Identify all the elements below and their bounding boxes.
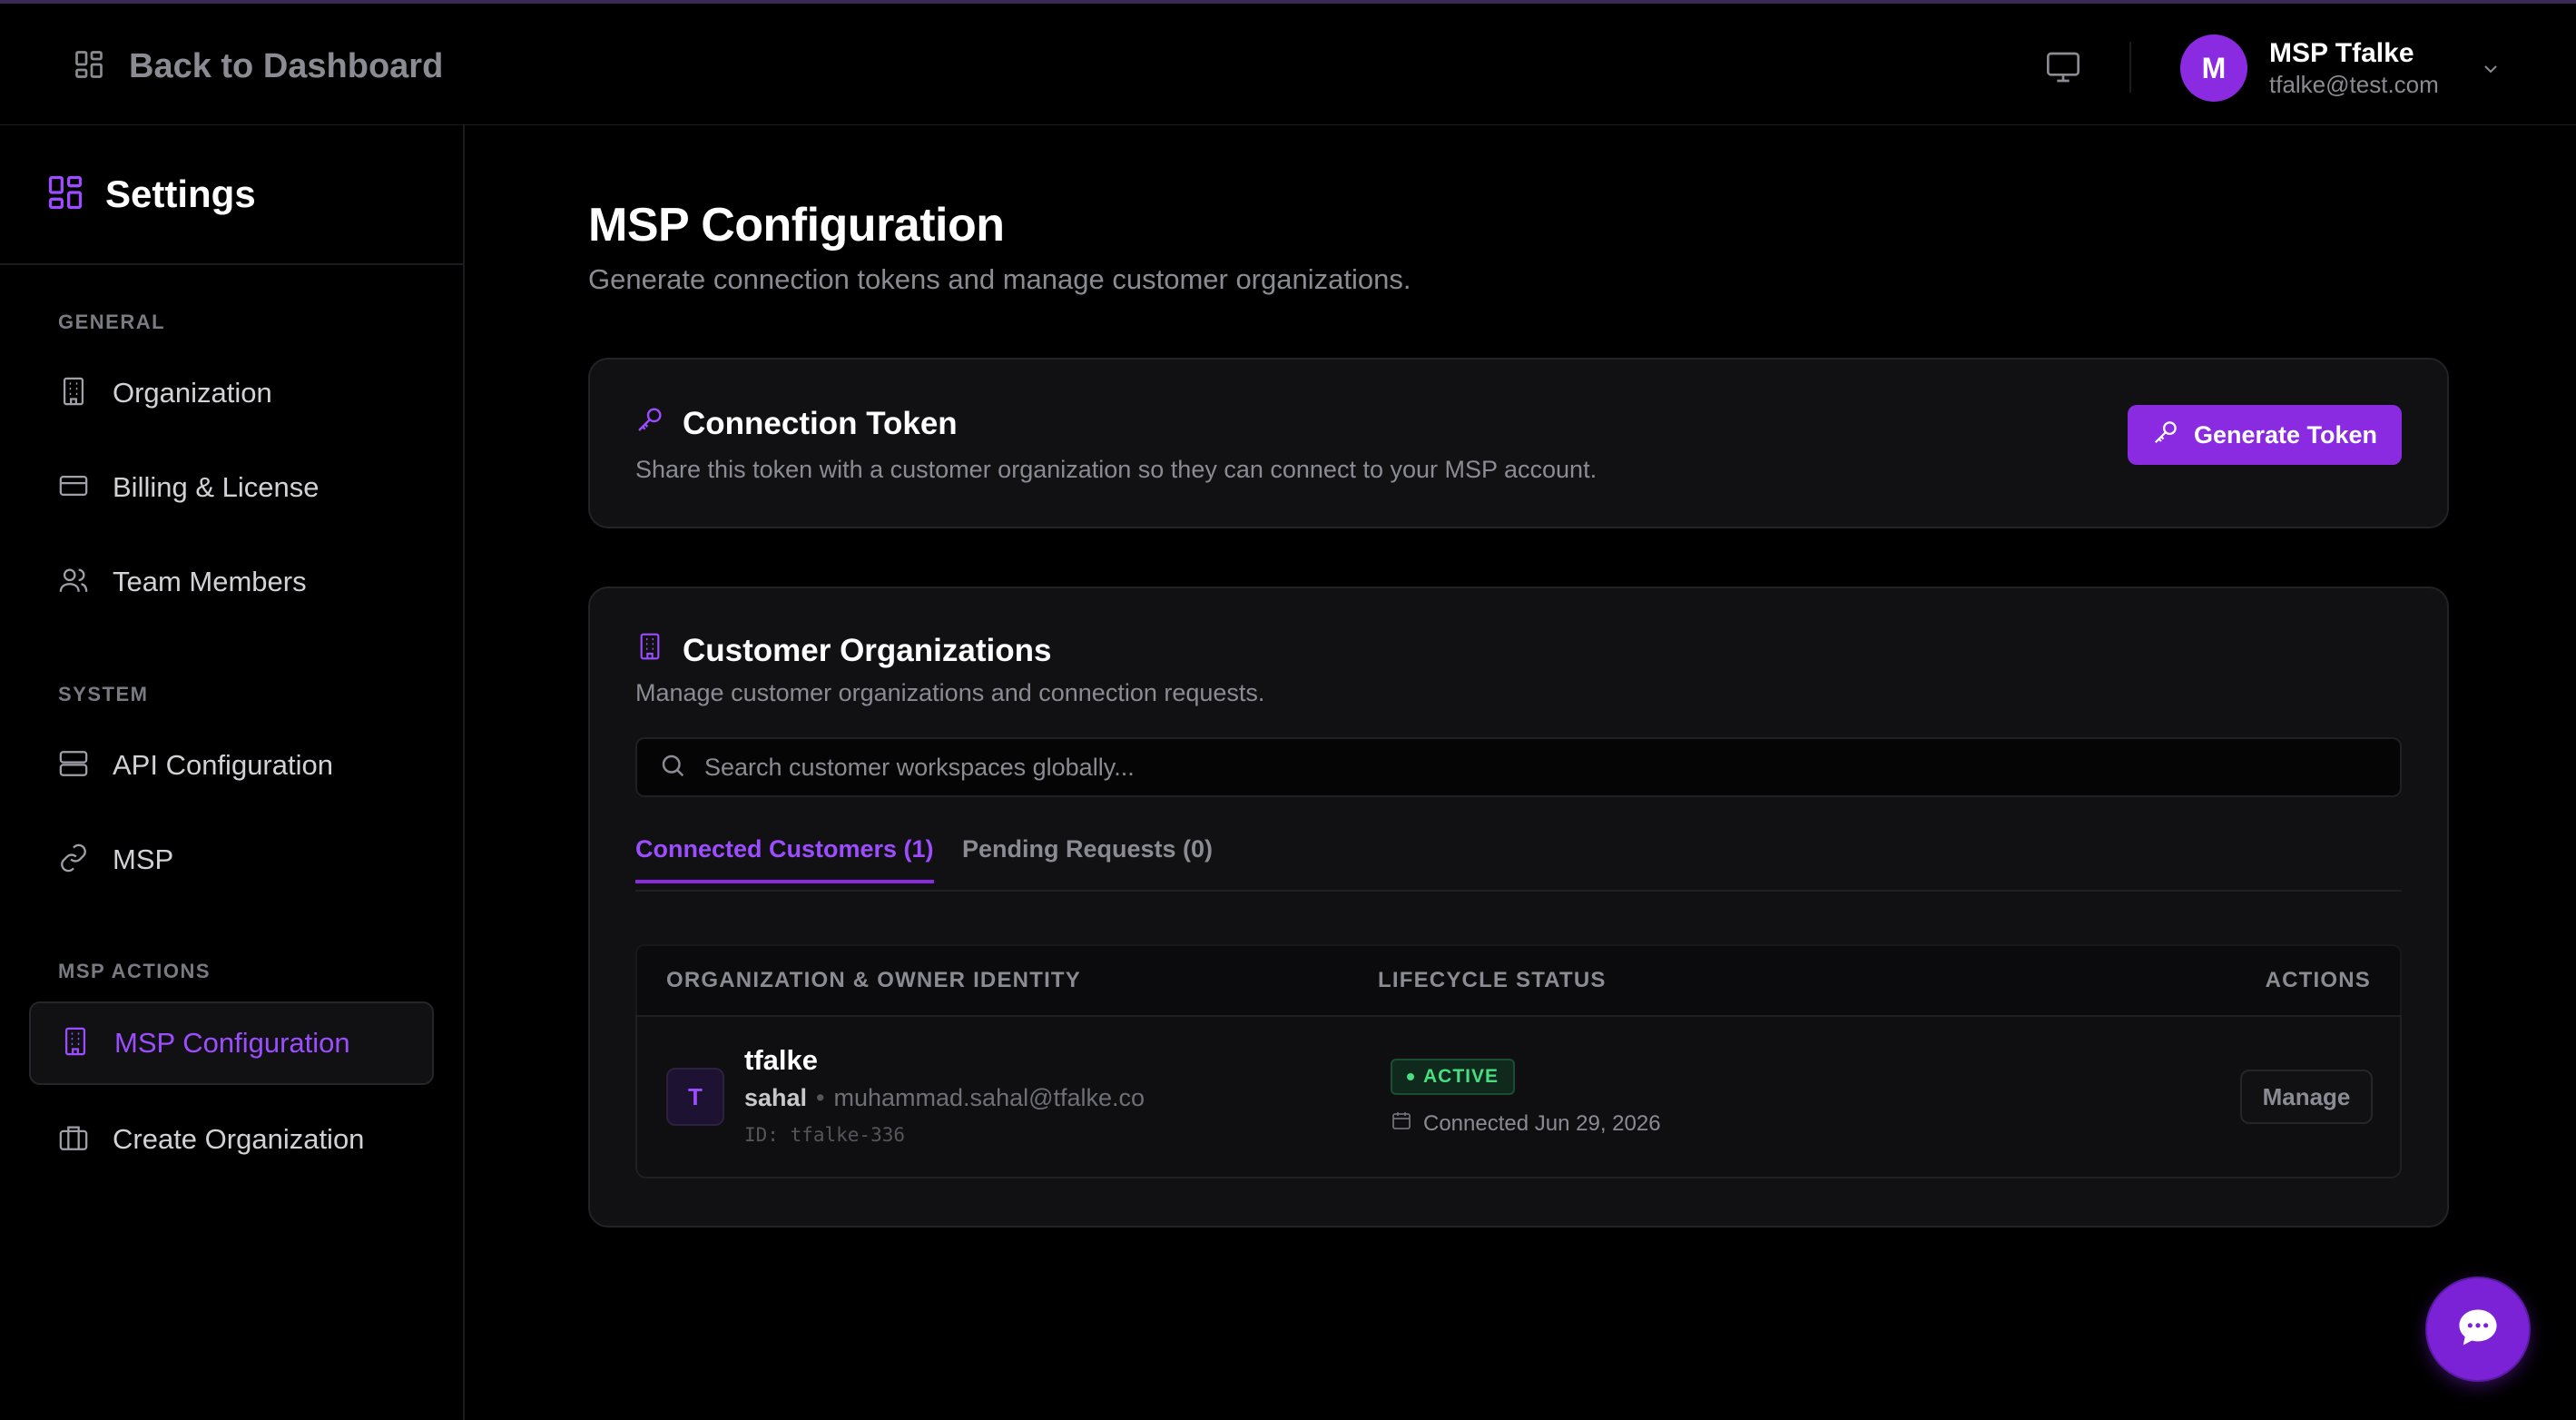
user-menu[interactable]: M MSP Tfalke tfalke@test.com (2180, 35, 2439, 102)
app-window: Back to Dashboard M MSP Tfalke tfalke@te… (0, 0, 2576, 1420)
briefcase-icon (58, 1122, 89, 1158)
server-icon (58, 748, 89, 784)
tab-connected-customers[interactable]: Connected Customers (1) (635, 835, 934, 883)
chat-bubble-icon (2454, 1304, 2502, 1356)
search-icon (659, 752, 686, 784)
page-subtitle: Generate connection tokens and manage cu… (588, 263, 1411, 295)
customer-organizations-card: Customer Organizations Manage customer o… (588, 587, 2449, 1228)
card-title-text: Connection Token (683, 405, 958, 441)
building-icon (60, 1026, 91, 1061)
table-row: T tfalke sahal • muhammad.sahal@tfalke.c… (635, 1015, 2402, 1178)
status-badge: ACTIVE (1391, 1059, 1516, 1095)
section-label-system: SYSTEM (58, 683, 149, 705)
org-name: tfalke (744, 1044, 818, 1076)
customer-tabs: Connected Customers (1) Pending Requests… (635, 832, 2402, 892)
column-header: ORGANIZATION & OWNER IDENTITY (666, 968, 1082, 992)
card-title-text: Customer Organizations (683, 632, 1052, 668)
chat-button[interactable] (2427, 1278, 2529, 1380)
settings-sidebar: Settings GENERAL Organization Billing & … (0, 125, 465, 1420)
status-label: ACTIVE (1423, 1066, 1499, 1087)
column-header: LIFECYCLE STATUS (1378, 968, 1607, 992)
connection-token-description: Share this token with a customer organiz… (635, 456, 1598, 483)
sidebar-item-label: API Configuration (113, 749, 333, 781)
tab-pending-requests[interactable]: Pending Requests (0) (962, 835, 1213, 880)
avatar: M (2180, 35, 2247, 102)
connected-date-text: Connected Jun 29, 2026 (1423, 1110, 1661, 1136)
org-owner: sahal • muhammad.sahal@tfalke.co (744, 1084, 1145, 1112)
sidebar-item-billing[interactable]: Billing & License (29, 446, 434, 529)
chevron-down-icon[interactable] (2480, 58, 2502, 84)
user-name: MSP Tfalke (2269, 37, 2414, 68)
sidebar-item-team-members[interactable]: Team Members (29, 540, 434, 624)
credit-card-icon (58, 470, 89, 506)
sidebar-header: Settings (0, 125, 463, 265)
connection-token-card: Connection Token Share this token with a… (588, 358, 2449, 528)
connection-token-title: Connection Token (635, 405, 958, 442)
key-icon (2152, 419, 2179, 452)
sidebar-item-label: Billing & License (113, 471, 320, 503)
calendar-icon (1391, 1109, 1412, 1138)
status-dot (1407, 1073, 1414, 1080)
sidebar-item-api-configuration[interactable]: API Configuration (29, 724, 434, 807)
customer-organizations-description: Manage customer organizations and connec… (635, 679, 1265, 706)
customer-organizations-title: Customer Organizations (635, 632, 1051, 669)
manage-button[interactable]: Manage (2240, 1070, 2373, 1124)
link-icon (58, 843, 89, 878)
generate-token-button[interactable]: Generate Token (2128, 405, 2402, 465)
settings-grid-icon (45, 173, 85, 217)
org-id: ID: tfalke-336 (744, 1124, 906, 1146)
generate-token-label: Generate Token (2193, 420, 2378, 449)
back-to-dashboard-label: Back to Dashboard (129, 47, 444, 85)
sidebar-item-label: Organization (113, 377, 272, 409)
owner-email: muhammad.sahal@tfalke.co (833, 1084, 1145, 1111)
org-avatar: T (666, 1068, 724, 1126)
sidebar-item-create-organization[interactable]: Create Organization (29, 1098, 434, 1181)
connected-date: Connected Jun 29, 2026 (1391, 1109, 1661, 1138)
page-title: MSP Configuration (588, 199, 1005, 251)
section-label-general: GENERAL (58, 311, 166, 333)
key-icon (635, 405, 664, 442)
back-to-dashboard-link[interactable]: Back to Dashboard (73, 47, 443, 86)
search-input[interactable] (704, 753, 2400, 782)
section-label-msp-actions: MSP ACTIONS (58, 960, 211, 982)
owner-name: sahal (744, 1084, 808, 1111)
sidebar-item-msp[interactable]: MSP (29, 818, 434, 902)
separator-dot: • (816, 1084, 825, 1111)
monitor-icon[interactable] (2044, 49, 2082, 85)
table-header: ORGANIZATION & OWNER IDENTITY LIFECYCLE … (635, 944, 2402, 1015)
sidebar-title: Settings (105, 173, 256, 215)
sidebar-item-label: Create Organization (113, 1123, 365, 1155)
dashboard-grid-icon (73, 48, 105, 85)
sidebar-item-label: MSP (113, 843, 174, 875)
sidebar-item-label: Team Members (113, 566, 307, 597)
top-bar: Back to Dashboard M MSP Tfalke tfalke@te… (0, 7, 2576, 125)
sidebar-item-label: MSP Configuration (114, 1027, 350, 1059)
search-bar (635, 737, 2402, 797)
sidebar-item-msp-configuration[interactable]: MSP Configuration (29, 1001, 434, 1085)
user-email: tfalke@test.com (2269, 70, 2439, 98)
topbar-divider (2129, 42, 2131, 93)
sidebar-item-organization[interactable]: Organization (29, 351, 434, 435)
building-icon (58, 376, 89, 411)
building-icon (635, 632, 664, 669)
users-icon (58, 565, 89, 600)
column-header: ACTIONS (2265, 968, 2371, 992)
